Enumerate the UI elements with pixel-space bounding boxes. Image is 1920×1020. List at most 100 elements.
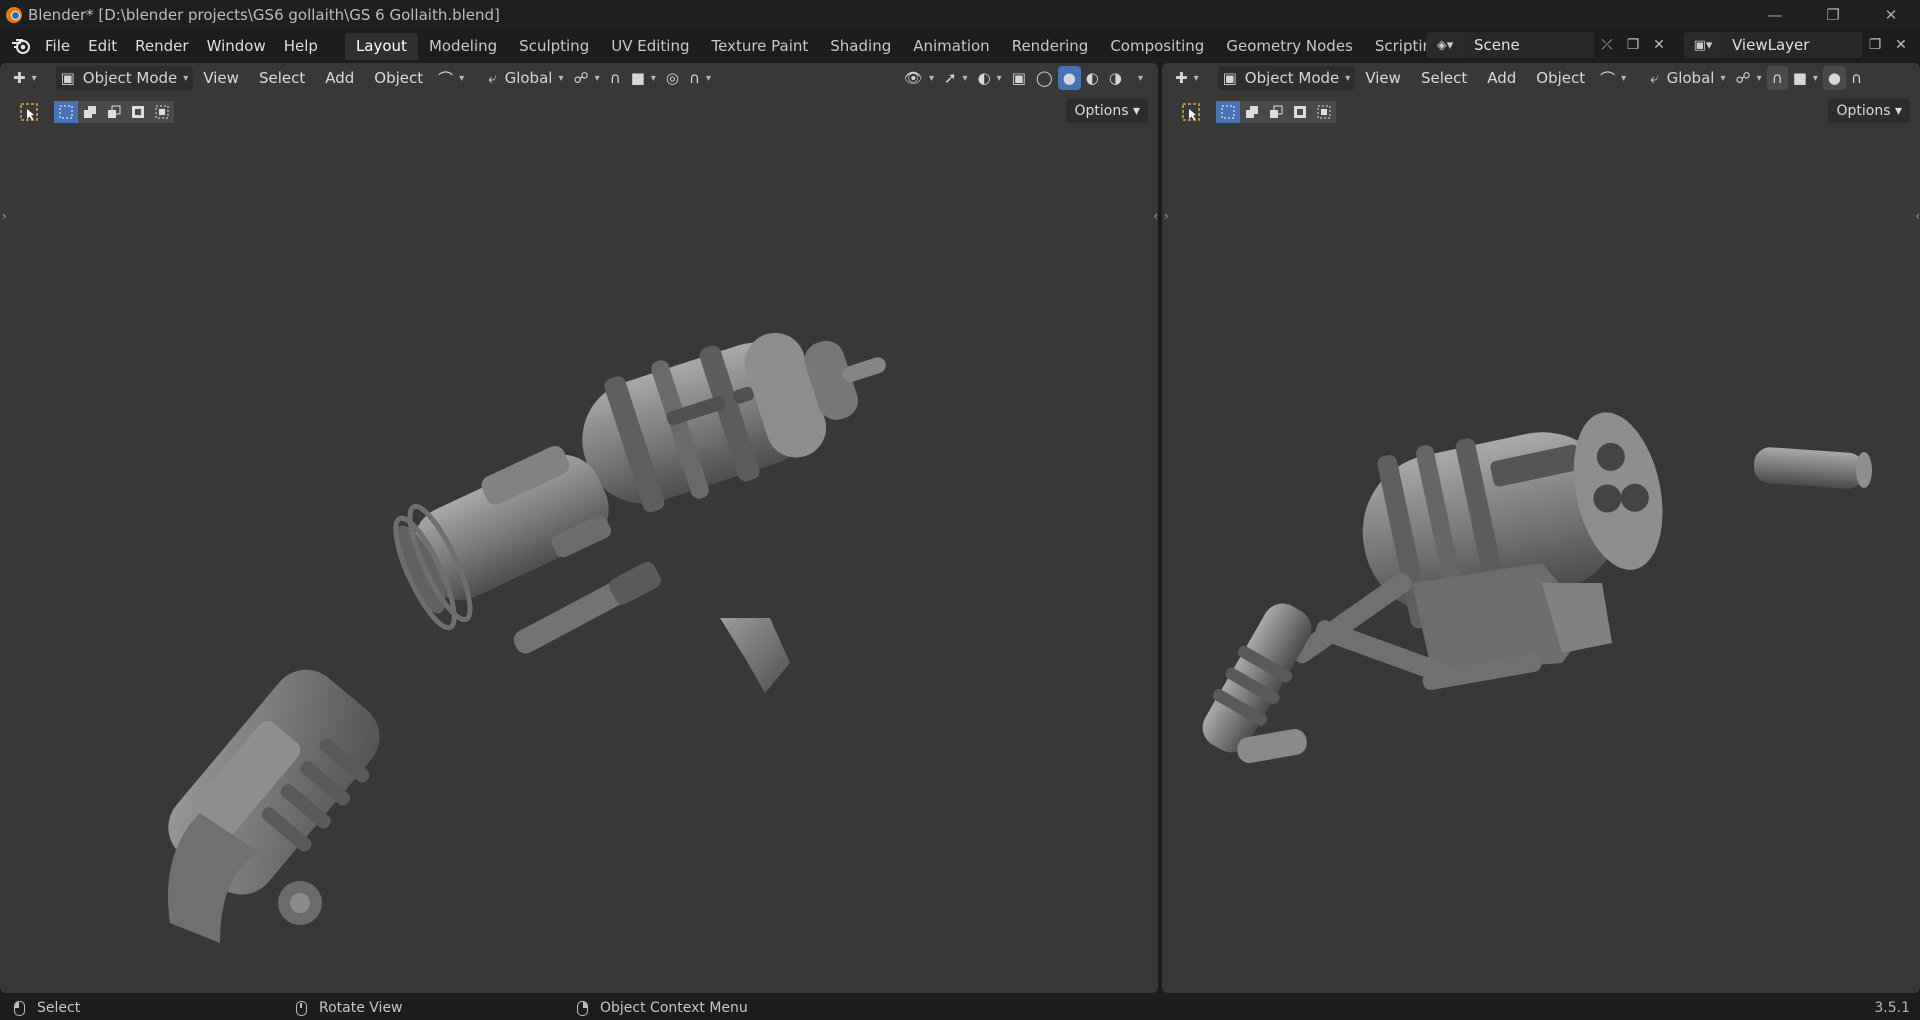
falloff-icon[interactable]: ∩ — [1846, 66, 1867, 90]
overlay-icon[interactable]: ◐ ▾ — [973, 66, 1007, 90]
select-box-tool-icon[interactable] — [1176, 97, 1206, 127]
orientation-dropdown[interactable]: ⤶ Global ▾ — [1645, 66, 1730, 90]
version-label: 3.5.1 — [1874, 1000, 1910, 1016]
tab-texture-paint[interactable]: Texture Paint — [700, 33, 819, 60]
menu-edit[interactable]: Edit — [79, 33, 126, 59]
pin-icon[interactable]: ⤫ — [1594, 32, 1620, 58]
options-dropdown[interactable]: Options ▾ — [1828, 99, 1910, 123]
minimize-icon[interactable]: — — [1746, 0, 1804, 29]
transform-axes-icon: ⤶ — [1650, 69, 1659, 87]
selection-mode-intersect-icon[interactable] — [1312, 101, 1336, 123]
delete-scene-icon[interactable]: ✕ — [1646, 32, 1672, 58]
pivot-icon[interactable]: ☍ ▾ — [1730, 66, 1766, 90]
menu-add[interactable]: Add — [315, 69, 364, 87]
pivot-icon[interactable]: ☍ ▾ — [568, 66, 604, 90]
selection-mode-new-icon[interactable] — [54, 101, 78, 123]
window-title: Blender* [D:\blender projects\GS6 gollai… — [28, 5, 500, 24]
status-rotate: Rotate View — [296, 1000, 403, 1016]
tool-settings — [14, 97, 174, 127]
restore-icon[interactable]: ❐ — [1804, 0, 1862, 29]
title-bar: Blender* [D:\blender projects\GS6 gollai… — [0, 0, 1920, 29]
new-scene-icon[interactable]: ❐ — [1620, 32, 1646, 58]
menu-window[interactable]: Window — [198, 33, 275, 59]
tab-sculpting[interactable]: Sculpting — [508, 33, 600, 60]
mode-dropdown[interactable]: ▣ Object Mode ▾ — [55, 66, 194, 90]
scene-name-field[interactable]: Scene — [1464, 32, 1594, 58]
status-context-menu: Object Context Menu — [577, 1000, 748, 1016]
tab-rendering[interactable]: Rendering — [1001, 33, 1100, 60]
tab-shading[interactable]: Shading — [819, 33, 902, 60]
curve-icon[interactable]: ⌒ ▾ — [433, 66, 469, 90]
snap-icon[interactable]: ∩ — [605, 66, 626, 90]
model-right — [1202, 412, 1872, 763]
selection-mode-extend-icon[interactable] — [78, 101, 102, 123]
scene-icon[interactable]: ◈▾ — [1426, 32, 1464, 58]
select-box-tool-icon[interactable] — [14, 97, 44, 127]
close-icon[interactable]: ✕ — [1862, 0, 1920, 29]
selection-mode-intersect-icon[interactable] — [150, 101, 174, 123]
selection-mode-subtract-icon[interactable] — [1264, 101, 1288, 123]
wireframe-shading-icon[interactable]: ◯ — [1031, 66, 1058, 90]
mode-dropdown[interactable]: ▣ Object Mode ▾ — [1217, 66, 1356, 90]
blender-menu-icon[interactable] — [6, 31, 36, 61]
menu-view[interactable]: View — [1355, 69, 1411, 87]
menu-select[interactable]: Select — [249, 69, 315, 87]
transform-axes-icon: ⤶ — [488, 69, 497, 87]
tab-animation[interactable]: Animation — [902, 33, 1000, 60]
tab-compositing[interactable]: Compositing — [1099, 33, 1215, 60]
selection-mode-new-icon[interactable] — [1216, 101, 1240, 123]
viewport-header: ✚ ▾ ▣ Object Mode ▾ View Select Add Object … — [0, 63, 1158, 93]
sidebar-expand-icon[interactable]: ‹ — [1153, 209, 1158, 223]
material-shading-icon[interactable]: ◐ — [1081, 66, 1104, 90]
shading-options-icon[interactable]: ▾ — [1127, 66, 1148, 90]
view-layer-icon[interactable]: ▣▾ — [1684, 32, 1722, 58]
tab-geometry-nodes[interactable]: Geometry Nodes — [1215, 33, 1364, 60]
toolbar-expand-icon[interactable]: › — [2, 209, 7, 223]
orientation-dropdown[interactable]: ⤶ Global ▾ — [483, 66, 568, 90]
proportional-edit-icon[interactable]: ● — [1822, 66, 1846, 90]
curve-icon[interactable]: ⌒ ▾ — [1595, 66, 1631, 90]
viewport-right[interactable]: ✚ ▾ ▣ Object Mode ▾ View Select Add Object … — [1162, 63, 1920, 993]
falloff-icon[interactable]: ∩ ▾ — [684, 66, 716, 90]
menu-file[interactable]: File — [36, 33, 79, 59]
tab-uv-editing[interactable]: UV Editing — [600, 33, 700, 60]
proportional-edit-icon[interactable]: ◎ — [661, 66, 684, 90]
xray-icon[interactable]: ▣ — [1007, 66, 1031, 90]
view-layer-field[interactable]: ViewLayer — [1722, 32, 1862, 58]
mouse-right-icon — [577, 1000, 588, 1016]
selection-mode-invert-icon[interactable] — [1288, 101, 1312, 123]
menu-select[interactable]: Select — [1411, 69, 1477, 87]
gizmo-icon[interactable]: ➚ ▾ — [939, 66, 973, 90]
menu-view[interactable]: View — [193, 69, 249, 87]
editor-type-icon[interactable]: ✚ ▾ — [8, 66, 42, 90]
selection-mode-invert-icon[interactable] — [126, 101, 150, 123]
selection-mode-subtract-icon[interactable] — [102, 101, 126, 123]
blender-logo-icon — [6, 6, 22, 23]
selection-mode-extend-icon[interactable] — [1240, 101, 1264, 123]
menu-object[interactable]: Object — [1526, 69, 1595, 87]
visibility-icon[interactable]: 👁 ▾ — [899, 66, 939, 90]
menu-help[interactable]: Help — [275, 33, 327, 59]
scene-selector: ◈▾ Scene ⤫ ❐ ✕ ▣▾ ViewLayer ❐ ✕ — [1426, 32, 1914, 58]
model-left — [168, 332, 886, 943]
snap-icon[interactable]: ∩ — [1766, 66, 1788, 90]
new-view-layer-icon[interactable]: ❐ — [1862, 32, 1888, 58]
menu-render[interactable]: Render — [126, 33, 197, 59]
mouse-left-icon — [14, 1000, 25, 1016]
tab-modeling[interactable]: Modeling — [418, 33, 508, 60]
snap-target-icon[interactable]: ■ ▾ — [1788, 66, 1823, 90]
menu-object[interactable]: Object — [364, 69, 433, 87]
mouse-middle-icon — [296, 1000, 307, 1016]
menu-add[interactable]: Add — [1477, 69, 1526, 87]
editor-type-icon[interactable]: ✚ ▾ — [1170, 66, 1204, 90]
options-dropdown[interactable]: Options ▾ — [1066, 99, 1148, 123]
tab-layout[interactable]: Layout — [344, 32, 418, 60]
rendered-shading-icon[interactable]: ◑ — [1104, 66, 1127, 90]
status-bar: Select Rotate View Object Context Menu 3… — [0, 996, 1920, 1020]
delete-view-layer-icon[interactable]: ✕ — [1888, 32, 1914, 58]
snap-target-icon[interactable]: ■ ▾ — [626, 66, 661, 90]
solid-shading-icon[interactable]: ● — [1057, 66, 1081, 90]
toolbar-expand-icon[interactable]: › — [1164, 209, 1169, 223]
viewport-left[interactable]: ✚ ▾ ▣ Object Mode ▾ View Select Add Object … — [0, 63, 1158, 993]
sidebar-expand-icon[interactable]: ‹ — [1915, 209, 1920, 223]
